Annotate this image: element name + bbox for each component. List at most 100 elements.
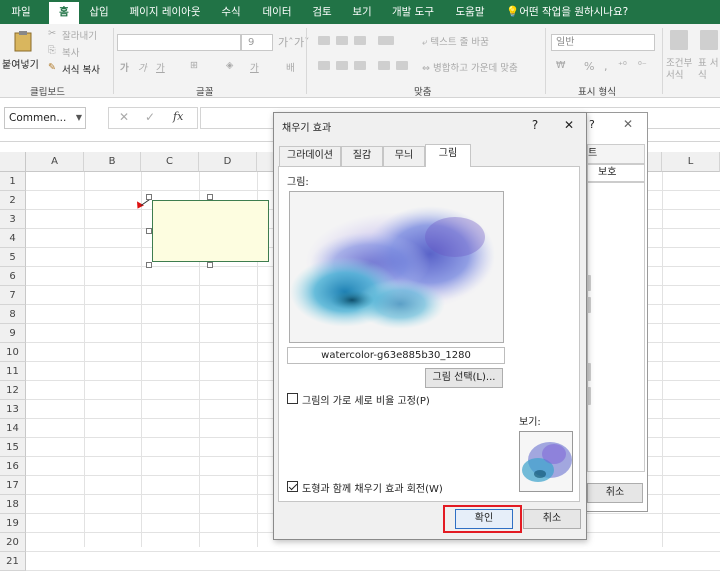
align-right-icon[interactable] [354,61,366,70]
row-header[interactable]: 13 [0,400,26,419]
row-header[interactable]: 21 [0,552,26,571]
tab-page-layout[interactable]: 페이지 레이아웃 [122,0,208,24]
formula-buttons: ✕ ✓ fx [108,107,198,129]
font-size-select[interactable]: 9 [241,34,273,51]
merge-center-button[interactable]: ⇔ 병합하고 가운데 맞춤 [422,60,518,74]
column-header[interactable]: B [84,152,141,172]
row-header[interactable]: 14 [0,419,26,438]
resize-handle[interactable] [146,228,152,234]
resize-handle[interactable] [146,194,152,200]
align-top-icon[interactable] [318,36,330,45]
row-header[interactable]: 6 [0,267,26,286]
row-header[interactable]: 8 [0,305,26,324]
rotate-with-shape-checkbox[interactable] [287,481,298,492]
border-icon[interactable]: ⊞ [190,60,198,71]
paste-button[interactable]: 붙여넣기 [2,30,42,74]
bold-button[interactable]: 가 [120,60,129,74]
resize-handle[interactable] [146,262,152,268]
font-shrink-icon[interactable]: 가ˇ [294,34,310,50]
cancel-button[interactable]: 취소 [523,509,581,529]
increase-decimal-icon[interactable]: ⁺⁰ [618,60,627,71]
function-icon[interactable]: fx [173,110,183,123]
tab-formulas[interactable]: 수식 [214,0,248,24]
tab-pattern[interactable]: 무늬 [383,146,425,166]
picture-label: 그림: [287,177,309,188]
resize-handle[interactable] [207,262,213,268]
tab-view[interactable]: 보기 [346,0,378,24]
currency-icon[interactable]: ₩ [556,60,565,71]
tab-home[interactable]: 홈 [49,2,79,24]
tab-picture[interactable]: 그림 [425,144,471,167]
resize-handle[interactable] [207,194,213,200]
row-header[interactable]: 7 [0,286,26,305]
column-header[interactable]: D [199,152,257,172]
wrap-text-button[interactable]: ⤶ 텍스트 줄 바꿈 [422,34,489,48]
enter-icon[interactable]: ✓ [145,110,155,124]
tab-developer[interactable]: 개발 도구 [386,0,440,24]
row-header[interactable]: 16 [0,457,26,476]
tab-gradient[interactable]: 그라데이션 [279,146,341,166]
row-header[interactable]: 9 [0,324,26,343]
tab-insert[interactable]: 삽입 [82,0,116,24]
row-header[interactable]: 15 [0,438,26,457]
column-header[interactable]: L [662,152,720,172]
decrease-indent-icon[interactable] [378,61,390,70]
tab-protection[interactable]: 보호 [587,164,645,182]
conditional-format-button[interactable]: 조건부 서식 [666,28,694,84]
tab-review[interactable]: 검토 [306,0,338,24]
row-header[interactable]: 5 [0,248,26,267]
row-header[interactable]: 18 [0,495,26,514]
row-header[interactable]: 2 [0,191,26,210]
comment-shape[interactable] [152,200,269,262]
column-header[interactable] [648,152,662,172]
font-grow-icon[interactable]: 가ˆ [278,34,294,50]
align-left-icon[interactable] [318,61,330,70]
close-icon[interactable]: ✕ [558,115,580,135]
underline-button[interactable]: 가 [156,60,165,74]
name-box[interactable]: Commen... ▼ [4,107,86,129]
row-header[interactable]: 19 [0,514,26,533]
font-color-icon[interactable]: 가 [250,60,259,74]
cancel-icon[interactable]: ✕ [119,110,129,124]
row-header[interactable]: 12 [0,381,26,400]
table-format-button[interactable]: 표 서식 [696,28,720,84]
align-middle-icon[interactable] [336,36,348,45]
row-header[interactable]: 1 [0,172,26,191]
lock-aspect-checkbox[interactable] [287,393,298,404]
sample-thumbnail [520,432,572,491]
back-tab-header[interactable]: 트 [587,144,645,164]
number-format-select[interactable]: 일반 [551,34,655,51]
column-header[interactable]: A [26,152,84,172]
decrease-decimal-icon[interactable]: ⁰⁻ [638,60,647,71]
row-header[interactable]: 10 [0,343,26,362]
tab-file[interactable]: 파일 [0,0,42,24]
align-bottom-icon[interactable] [354,36,366,45]
help-icon[interactable]: ? [524,115,546,135]
comma-icon[interactable]: , [604,60,608,73]
name-box-value: Commen... [9,112,67,124]
column-header[interactable]: C [141,152,199,172]
help-icon[interactable]: ? [589,118,595,131]
align-center-icon[interactable] [336,61,348,70]
close-icon[interactable]: ✕ [623,117,633,131]
tab-data[interactable]: 데이터 [256,0,298,24]
row-header[interactable]: 4 [0,229,26,248]
phonetic-icon[interactable]: 배 [286,60,295,74]
back-cancel-button[interactable]: 취소 [587,483,643,503]
row-header[interactable]: 20 [0,533,26,552]
tell-me-search[interactable]: 💡 어떤 작업을 원하시나요? [506,0,636,24]
select-all-corner[interactable] [0,152,26,172]
ribbon-separator [662,28,663,94]
font-name-select[interactable] [117,34,241,51]
orientation-icon[interactable] [378,36,394,45]
fill-color-icon[interactable]: ◈ [226,60,233,71]
tab-texture[interactable]: 질감 [341,146,383,166]
select-picture-button[interactable]: 그림 선택(L)... [425,368,503,388]
row-header[interactable]: 11 [0,362,26,381]
percent-icon[interactable]: % [584,60,594,73]
row-header[interactable]: 17 [0,476,26,495]
italic-button[interactable]: 가 [138,60,147,74]
increase-indent-icon[interactable] [396,61,408,70]
tab-help[interactable]: 도움말 [448,0,492,24]
row-header[interactable]: 3 [0,210,26,229]
